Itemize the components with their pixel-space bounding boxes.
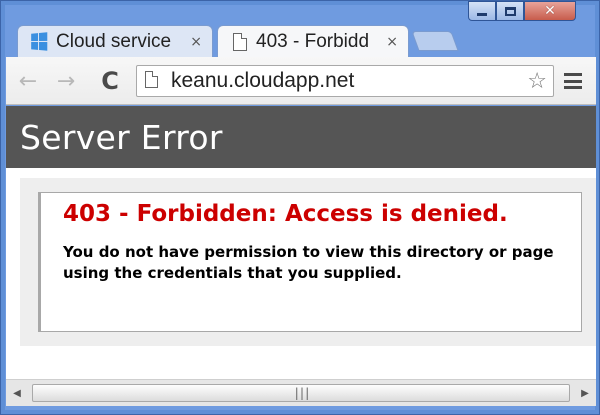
page-icon: [230, 32, 250, 52]
error-box: 403 - Forbidden: Access is denied. You d…: [38, 192, 582, 332]
tab-close-icon[interactable]: ×: [190, 34, 202, 50]
tab-label: Cloud service: [56, 30, 172, 52]
browser-window: ✕ Cloud service × 403 - Forbidd × ← → C …: [0, 0, 600, 415]
address-bar[interactable]: keanu.cloudapp.net ☆: [136, 65, 554, 97]
tab-403-forbidden[interactable]: 403 - Forbidd ×: [217, 25, 409, 57]
menu-icon[interactable]: [563, 71, 583, 91]
new-tab-button[interactable]: [411, 31, 459, 51]
minimize-icon: [477, 12, 487, 16]
grip-icon: |||: [293, 386, 311, 400]
error-heading: 403 - Forbidden: Access is denied.: [63, 201, 508, 227]
error-message: You do not have permission to view this …: [63, 243, 554, 282]
tab-label: 403 - Forbidd: [256, 30, 370, 52]
page-viewport: Server Error 403 - Forbidden: Access is …: [6, 106, 596, 379]
page-title: Server Error: [20, 117, 223, 157]
windows-logo-icon: [30, 31, 50, 52]
tab-cloud-services[interactable]: Cloud service ×: [17, 25, 213, 57]
maximize-icon: [504, 6, 516, 16]
minimize-button[interactable]: [468, 1, 496, 21]
maximize-button[interactable]: [496, 1, 524, 21]
content-area: 403 - Forbidden: Access is denied. You d…: [20, 178, 596, 346]
scrollbar-thumb[interactable]: |||: [32, 384, 570, 402]
bookmark-star-icon[interactable]: ☆: [527, 69, 547, 94]
tab-close-icon[interactable]: ×: [386, 34, 398, 50]
browser-toolbar: ← → C keanu.cloudapp.net ☆: [6, 57, 596, 105]
forward-arrow-icon[interactable]: →: [52, 67, 80, 95]
scroll-left-icon[interactable]: ◀: [6, 380, 28, 406]
address-text[interactable]: keanu.cloudapp.net: [171, 69, 527, 93]
back-arrow-icon[interactable]: ←: [14, 67, 42, 95]
reload-icon[interactable]: C: [96, 67, 124, 95]
close-icon: ✕: [544, 3, 556, 19]
scroll-right-icon[interactable]: ▶: [574, 380, 596, 406]
server-error-header: Server Error: [6, 106, 596, 168]
close-window-button[interactable]: ✕: [524, 1, 576, 21]
page-icon: [145, 71, 161, 91]
horizontal-scrollbar[interactable]: ◀ ||| ▶: [6, 379, 596, 406]
